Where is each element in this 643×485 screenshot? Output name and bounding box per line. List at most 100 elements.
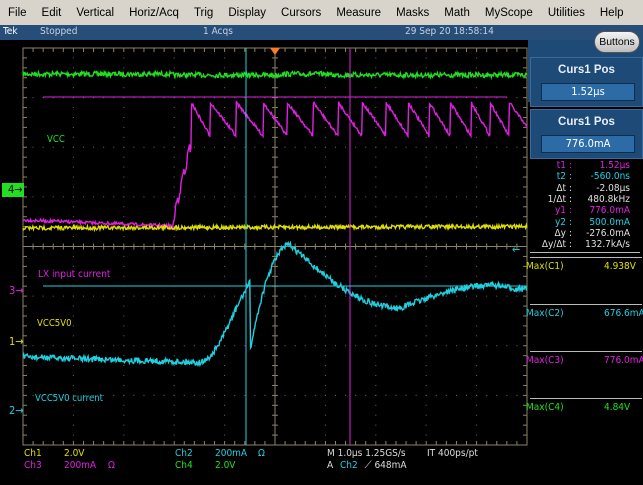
grid-dot <box>113 345 115 347</box>
grid-dot <box>123 255 125 257</box>
graticule: ← <box>22 47 528 446</box>
measurement-row[interactable]: Max(C3) 776.0mA <box>526 351 643 395</box>
grid-dot <box>203 196 205 198</box>
grid-dot <box>455 196 457 198</box>
ch3-scale[interactable]: 200mA <box>64 460 96 471</box>
grid-dot <box>314 146 316 148</box>
grid-dot <box>123 107 125 109</box>
grid-dot <box>103 295 105 297</box>
trigger-readout[interactable]: A Ch2 ⟋ 648mA <box>327 460 407 471</box>
timebase-readout[interactable]: M 1.0µs 1.25GS/s <box>327 448 406 459</box>
grid-dot <box>476 375 478 377</box>
grid-dot <box>375 166 377 168</box>
readout-value: 1.52µs <box>599 160 630 171</box>
grid-dot <box>72 107 74 109</box>
measurement-row[interactable]: Max(C2) 676.6mA <box>526 304 643 348</box>
menu-measure[interactable]: Measure <box>336 7 381 19</box>
grid-dot <box>476 186 478 188</box>
grid-dot <box>72 424 74 426</box>
measurement-row[interactable]: Max(C1) 4.938V <box>526 257 642 301</box>
grid-dot <box>72 206 74 208</box>
grid-dot <box>123 375 125 377</box>
menu-vertical[interactable]: Vertical <box>76 7 114 19</box>
ch4-marker[interactable]: 4→ <box>2 183 24 197</box>
measurement-row[interactable]: Max(C4) 4.84V <box>526 398 642 442</box>
menu-file[interactable]: File <box>8 7 27 19</box>
grid-dot <box>113 295 115 297</box>
readout-row: t2: -560.0ns <box>530 171 640 183</box>
menu-trig[interactable]: Trig <box>194 7 213 19</box>
menu-math[interactable]: Math <box>444 7 470 19</box>
trigger-source: Ch2 <box>340 460 358 471</box>
waveform-display[interactable]: ← <box>0 40 528 482</box>
grid-dot <box>415 146 417 148</box>
grid-dot <box>425 375 427 377</box>
grid-dot <box>506 345 508 347</box>
grid-dot <box>375 384 377 386</box>
grid-dot <box>224 77 226 79</box>
ch4-name[interactable]: Ch4 <box>175 460 193 471</box>
buttons-button[interactable]: Buttons <box>594 31 640 53</box>
trigger-prefix: A <box>327 460 334 471</box>
grid-dot <box>72 67 74 69</box>
grid-dot <box>405 345 407 347</box>
grid-dot <box>93 196 95 198</box>
grid-dot <box>425 57 427 59</box>
grid-dot <box>123 345 125 347</box>
readout-value: -560.0ns <box>590 171 630 183</box>
grid-dot <box>183 345 185 347</box>
grid-dot <box>476 414 478 416</box>
menu-display[interactable]: Display <box>228 7 266 19</box>
grid-dot <box>496 345 498 347</box>
readout-colon: : <box>569 227 573 239</box>
grid-dot <box>143 394 145 396</box>
grid-dot <box>405 146 407 148</box>
grid-dot <box>224 186 226 188</box>
grid-dot <box>173 404 175 406</box>
grid-dot <box>32 295 34 297</box>
grid-dot <box>173 315 175 317</box>
grid-dot <box>224 355 226 357</box>
ch1-marker[interactable]: 1→ <box>9 335 24 348</box>
menu-cursors[interactable]: Cursors <box>281 7 321 19</box>
grid-dot <box>173 107 175 109</box>
grid-dot <box>103 394 105 396</box>
grid-dot <box>324 77 326 79</box>
grid-dot <box>476 335 478 337</box>
ch1-scale[interactable]: 2.0V <box>64 448 84 459</box>
ch2-scale[interactable]: 200mA <box>215 448 247 459</box>
grid-dot <box>72 384 74 386</box>
grid-dot <box>324 325 326 327</box>
grid-dot <box>486 295 488 297</box>
ch2-marker[interactable]: 2→ <box>9 404 24 417</box>
ch3-name[interactable]: Ch3 <box>24 460 42 471</box>
menu-myscope[interactable]: MyScope <box>485 7 533 19</box>
menu-horizacq[interactable]: Horiz/Acq <box>129 7 179 19</box>
panel-title: Curs1 Pos <box>558 116 615 128</box>
grid-dot <box>224 146 226 148</box>
ch4-scale[interactable]: 2.0V <box>215 460 235 471</box>
cursor1-amplitude-field[interactable]: 776.0mA <box>541 135 635 153</box>
cursor1-time-field[interactable]: 1.52µs <box>541 83 635 101</box>
grid-dot <box>123 305 125 307</box>
grid-dot <box>476 315 478 317</box>
grid-dot <box>72 57 74 59</box>
cursor1-time-panel[interactable]: Curs1 Pos 1.52µs <box>530 57 643 107</box>
ch1-name[interactable]: Ch1 <box>24 448 42 459</box>
ch3-marker[interactable]: 3→ <box>9 284 24 297</box>
cursor1-amplitude-panel[interactable]: Curs1 Pos 776.0mA <box>530 109 643 159</box>
menu-utilities[interactable]: Utilities <box>548 7 585 19</box>
menu-masks[interactable]: Masks <box>396 7 429 19</box>
grid-dot <box>173 166 175 168</box>
grid-dot <box>224 305 226 307</box>
grid-dot <box>324 126 326 128</box>
grid-dot <box>123 146 125 148</box>
menu-edit[interactable]: Edit <box>42 7 62 19</box>
grid-dot <box>183 196 185 198</box>
grid-dot <box>72 146 74 148</box>
menu-help[interactable]: Help <box>600 7 624 19</box>
ch2-name[interactable]: Ch2 <box>175 448 193 459</box>
grid-dot <box>425 414 427 416</box>
grid-dot <box>294 295 296 297</box>
grid-dot <box>72 305 74 307</box>
